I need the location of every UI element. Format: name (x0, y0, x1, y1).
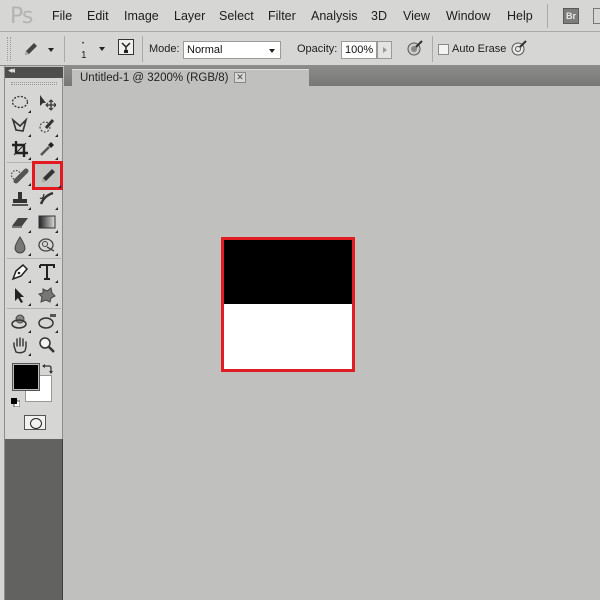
3d-rotate-tool[interactable] (9, 311, 31, 333)
toolbox-separator (7, 258, 61, 259)
pencil-tool[interactable] (32, 161, 63, 190)
tool-preset-dropdown[interactable] (48, 48, 54, 52)
eyedropper-icon (40, 142, 54, 156)
brush-size[interactable]: 1 (81, 50, 87, 61)
crop-icon (12, 141, 28, 157)
pen-icon (11, 263, 29, 281)
close-icon[interactable]: ✕ (234, 72, 246, 83)
photoshop-logo: Ps (10, 4, 33, 29)
spot-healing-tool[interactable] (9, 164, 31, 186)
blur-tool[interactable] (9, 234, 31, 256)
blur-icon (14, 236, 26, 254)
3d-orbit-tool[interactable] (36, 311, 58, 333)
menu-edit[interactable]: Edit (87, 9, 109, 23)
mode-value: Normal (187, 44, 223, 56)
path-selection-icon (15, 288, 24, 303)
dodge-tool[interactable] (36, 234, 58, 256)
auto-erase-checkbox[interactable] (438, 44, 449, 55)
brush-panel-icon[interactable] (118, 39, 134, 60)
auto-erase-label: Auto Erase (452, 43, 507, 55)
clone-stamp-tool[interactable] (9, 188, 31, 210)
brush-picker-dropdown[interactable] (99, 47, 105, 51)
clone-stamp-icon (12, 192, 28, 206)
options-separator (142, 36, 143, 62)
type-tool[interactable] (36, 261, 58, 283)
type-icon (39, 264, 55, 280)
document-title: Untitled-1 @ 3200% (RGB/8) (80, 72, 229, 84)
menu-layer[interactable]: Layer (174, 9, 205, 23)
gradient-icon (38, 215, 56, 229)
toolbox-header[interactable]: ◂◂ (5, 65, 63, 78)
document-tab-bar: Untitled-1 @ 3200% (RGB/8) ✕ (64, 66, 600, 86)
pencil-icon[interactable] (22, 40, 40, 63)
chevron-down-icon (269, 49, 275, 53)
collapse-icon[interactable]: ◂◂ (8, 65, 15, 76)
3d-rotate-icon (11, 314, 27, 329)
opacity-label: Opacity: (297, 43, 338, 55)
document-tab[interactable]: Untitled-1 @ 3200% (RGB/8) ✕ (72, 69, 309, 86)
menu-window[interactable]: Window (446, 9, 490, 23)
crop-tool[interactable] (9, 138, 31, 160)
polygonal-lasso-tool[interactable] (9, 115, 31, 137)
gradient-tool[interactable] (36, 211, 58, 233)
quick-selection-icon (39, 119, 55, 133)
foreground-color-swatch[interactable] (12, 363, 40, 391)
tablet-pressure-opacity-icon[interactable] (406, 39, 424, 62)
bridge-button[interactable]: Br (563, 8, 579, 24)
custom-shape-icon (38, 287, 56, 303)
history-brush-icon (39, 191, 54, 205)
quick-selection-tool[interactable] (36, 115, 58, 137)
dodge-icon (38, 238, 55, 252)
menu-separator (547, 4, 548, 28)
brush-dot: • (82, 41, 85, 47)
pencil-icon (41, 168, 55, 182)
hand-tool[interactable] (9, 334, 31, 356)
menu-analysis[interactable]: Analysis (311, 9, 358, 23)
menu-view[interactable]: View (403, 9, 430, 23)
eraser-tool[interactable] (9, 211, 31, 233)
hand-icon (13, 337, 27, 354)
menu-filter[interactable]: Filter (268, 9, 296, 23)
options-grip[interactable] (7, 37, 11, 61)
custom-shape-tool[interactable] (36, 284, 58, 306)
menu-help[interactable]: Help (507, 9, 533, 23)
mode-label: Mode: (149, 43, 180, 55)
menu-3d[interactable]: 3D (371, 9, 387, 23)
toolbox-grip[interactable] (11, 82, 57, 85)
3d-orbit-icon (38, 314, 56, 329)
menu-bar: Ps File Edit Image Layer Select Filter A… (0, 0, 600, 32)
options-separator (64, 36, 65, 62)
tablet-pressure-size-icon[interactable] (510, 39, 528, 62)
document-canvas[interactable] (221, 237, 355, 372)
marquee-tool[interactable] (9, 91, 31, 113)
options-bar: • 1 Mode: Opacity: Auto Erase (0, 32, 600, 66)
pen-tool[interactable] (9, 261, 31, 283)
zoom-icon (39, 337, 55, 353)
history-brush-tool[interactable] (36, 188, 58, 210)
path-selection-tool[interactable] (9, 284, 31, 306)
marquee-icon (11, 95, 29, 109)
lasso-icon (11, 117, 28, 132)
toolbox-separator (7, 308, 61, 309)
eyedropper-tool[interactable] (36, 138, 58, 160)
spot-healing-icon (11, 168, 29, 184)
canvas-black-region (224, 240, 352, 304)
menu-image[interactable]: Image (124, 9, 159, 23)
options-separator (432, 36, 433, 62)
mini-bridge-button[interactable] (593, 8, 600, 24)
menu-select[interactable]: Select (219, 9, 254, 23)
quick-mask-button[interactable] (24, 415, 46, 430)
default-colors-icon[interactable] (11, 394, 21, 408)
move-tool[interactable] (36, 91, 58, 113)
opacity-slider-button[interactable] (377, 41, 392, 59)
eraser-icon (12, 218, 28, 228)
opacity-input[interactable]: 100% (341, 41, 377, 59)
menu-file[interactable]: File (52, 9, 72, 23)
mode-select[interactable]: Normal (183, 41, 281, 59)
move-icon (40, 95, 56, 111)
toolbox-empty-area (5, 439, 63, 600)
zoom-tool[interactable] (36, 334, 58, 356)
